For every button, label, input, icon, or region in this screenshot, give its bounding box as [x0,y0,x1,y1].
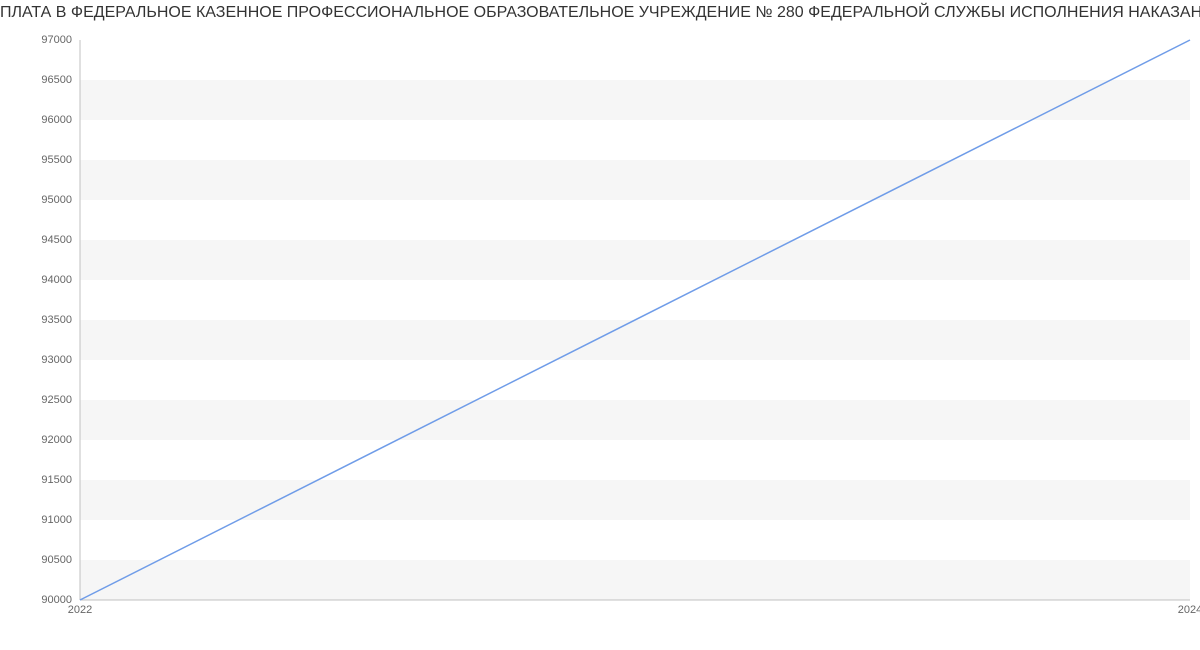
x-tick-label: 2024 [1178,604,1200,616]
y-tick-label: 92000 [12,434,72,446]
y-tick-label: 90000 [12,594,72,606]
y-tick-label: 96000 [12,114,72,126]
y-tick-label: 95500 [12,154,72,166]
y-tick-label: 95000 [12,194,72,206]
y-tick-label: 93500 [12,314,72,326]
y-tick-label: 90500 [12,554,72,566]
y-tick-label: 93000 [12,354,72,366]
y-tick-label: 97000 [12,34,72,46]
y-tick-label: 94000 [12,274,72,286]
y-tick-label: 91000 [12,514,72,526]
y-tick-label: 96500 [12,74,72,86]
plot-svg [80,40,1190,600]
x-tick-label: 2022 [68,604,92,616]
y-tick-label: 94500 [12,234,72,246]
y-tick-label: 91500 [12,474,72,486]
plot-area [80,40,1190,600]
chart-title: ПЛАТА В ФЕДЕРАЛЬНОЕ КАЗЕННОЕ ПРОФЕССИОНА… [0,4,1200,22]
y-tick-label: 92500 [12,394,72,406]
